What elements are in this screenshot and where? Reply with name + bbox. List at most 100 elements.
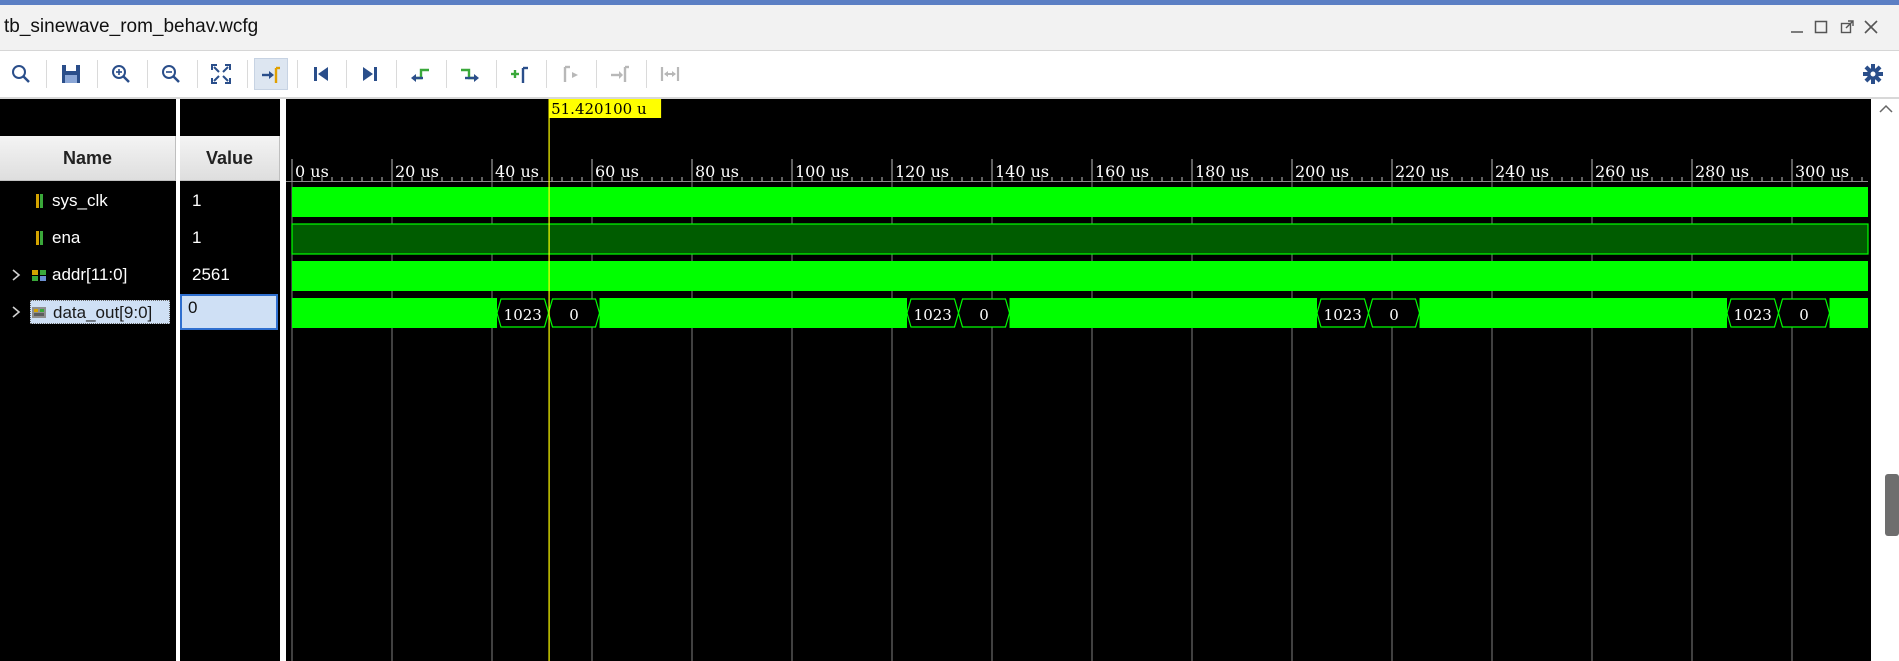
toolbar-separator <box>446 60 447 88</box>
tick-label: 0 us <box>295 162 329 181</box>
name-column-header[interactable]: Name <box>0 136 176 181</box>
waveform-canvas[interactable]: 0 us 20 us 40 us 60 us 80 us 100 us 120 us 140 … <box>286 99 1871 661</box>
data-out-dense-region <box>1419 298 1727 328</box>
zoom-in-button[interactable] <box>104 58 138 90</box>
data-out-segment-label: 1023 <box>1734 306 1772 324</box>
data-out-segment-label: 0 <box>979 306 989 324</box>
toolbar-separator <box>197 60 198 88</box>
swap-cursors-icon <box>660 67 680 81</box>
signal-row-sys-clk[interactable]: sys_clk <box>0 186 176 216</box>
zoom-out-icon <box>162 65 180 83</box>
tick-label: 160 us <box>1095 162 1149 181</box>
toolbar-separator <box>396 60 397 88</box>
signal-row-ena[interactable]: ena <box>0 223 176 253</box>
tick-label: 60 us <box>595 162 639 181</box>
close-icon[interactable] <box>1862 18 1880 36</box>
search-icon <box>12 65 30 83</box>
signal-row-data-out[interactable]: data_out[9:0] <box>0 297 176 327</box>
minimize-icon[interactable] <box>1788 18 1806 36</box>
tick-label: 180 us <box>1195 162 1249 181</box>
next-marker-icon <box>611 65 629 82</box>
maximize-icon[interactable] <box>1812 18 1830 36</box>
tick-label: 100 us <box>795 162 849 181</box>
previous-transition-icon <box>411 68 429 82</box>
previous-marker-button[interactable] <box>553 58 587 90</box>
signal-row-addr[interactable]: addr[11:0] <box>0 260 176 290</box>
zoom-out-button[interactable] <box>154 58 188 90</box>
addr-wave <box>292 261 1868 291</box>
signal-value-selected: 0 <box>180 294 278 330</box>
float-window-icon[interactable] <box>1838 18 1856 36</box>
tick-label: 20 us <box>395 162 439 181</box>
data-out-segment-label: 1023 <box>1324 306 1362 324</box>
value-pane-top <box>180 99 280 136</box>
tick-label: 240 us <box>1495 162 1549 181</box>
add-marker-icon <box>511 66 528 83</box>
tick-label: 40 us <box>495 162 539 181</box>
analog-bus-signal-icon <box>32 307 46 318</box>
data-out-dense-region <box>292 298 497 328</box>
add-marker-button[interactable] <box>503 58 537 90</box>
go-to-time-0-button[interactable] <box>304 58 338 90</box>
save-button[interactable] <box>54 58 88 90</box>
chevron-right-icon[interactable] <box>10 267 22 283</box>
ena-wave <box>291 223 1869 255</box>
go-to-cursor-button[interactable] <box>254 58 288 90</box>
signal-value: 1 <box>192 228 202 247</box>
next-transition-button[interactable] <box>453 58 487 90</box>
go-to-start-icon <box>314 67 328 81</box>
signal-value: 1 <box>192 191 202 210</box>
value-column-header[interactable]: Value <box>180 136 280 181</box>
value-pane <box>180 181 280 661</box>
data-out-segment-label: 0 <box>1389 306 1399 324</box>
data-out-dense-region <box>1829 298 1868 328</box>
toolbar-separator <box>546 60 547 88</box>
bit-signal-icon <box>36 231 43 245</box>
toolbar-separator <box>496 60 497 88</box>
toolbar-separator <box>147 60 148 88</box>
data-out-dense-region <box>599 298 907 328</box>
tick-label: 220 us <box>1395 162 1449 181</box>
scrollbar-thumb[interactable] <box>1885 474 1899 536</box>
chevron-up-icon[interactable] <box>1879 104 1893 114</box>
zoom-fit-button[interactable] <box>204 58 238 90</box>
vertical-scrollbar[interactable] <box>1873 99 1899 661</box>
previous-transition-button[interactable] <box>403 58 437 90</box>
waveform-viewer: Name Value sys_clk ena addr[11:0] data_o… <box>0 99 1899 661</box>
zoom-fit-icon <box>211 64 231 84</box>
toolbar-separator <box>646 60 647 88</box>
data-out-dense-region <box>1009 298 1317 328</box>
name-pane-top <box>0 99 176 136</box>
go-to-last-time-button[interactable] <box>353 58 387 90</box>
title-bar: tb_sinewave_rom_behav.wcfg <box>0 5 1899 51</box>
bit-signal-icon <box>36 194 43 208</box>
next-transition-icon <box>461 68 479 82</box>
signal-value: 2561 <box>192 265 230 284</box>
tick-label: 140 us <box>995 162 1049 181</box>
tick-label: 80 us <box>695 162 739 181</box>
toolbar-separator <box>297 60 298 88</box>
toolbar-separator <box>46 60 47 88</box>
signal-name: ena <box>52 228 81 247</box>
tick-label: 280 us <box>1695 162 1749 181</box>
data-out-segment-label: 1023 <box>914 306 952 324</box>
cursor-time-label: 51.420100 u <box>551 100 647 118</box>
toolbar-separator <box>596 60 597 88</box>
search-button[interactable] <box>4 58 38 90</box>
zoom-in-icon <box>112 65 130 83</box>
go-to-cursor-icon <box>262 66 280 83</box>
toolbar-separator <box>346 60 347 88</box>
gear-icon <box>1863 64 1883 84</box>
data-out-segment-label: 0 <box>569 306 579 324</box>
save-icon <box>62 65 80 83</box>
next-marker-button[interactable] <box>603 58 637 90</box>
name-pane <box>0 181 176 661</box>
go-to-end-icon <box>363 67 377 81</box>
data-out-segment-label: 1023 <box>504 306 542 324</box>
toolbar-separator <box>247 60 248 88</box>
settings-button[interactable] <box>1856 58 1890 90</box>
swap-cursors-button[interactable] <box>653 58 687 90</box>
chevron-right-icon[interactable] <box>10 304 22 320</box>
signal-name: data_out[9:0] <box>30 300 170 324</box>
tick-label: 120 us <box>895 162 949 181</box>
